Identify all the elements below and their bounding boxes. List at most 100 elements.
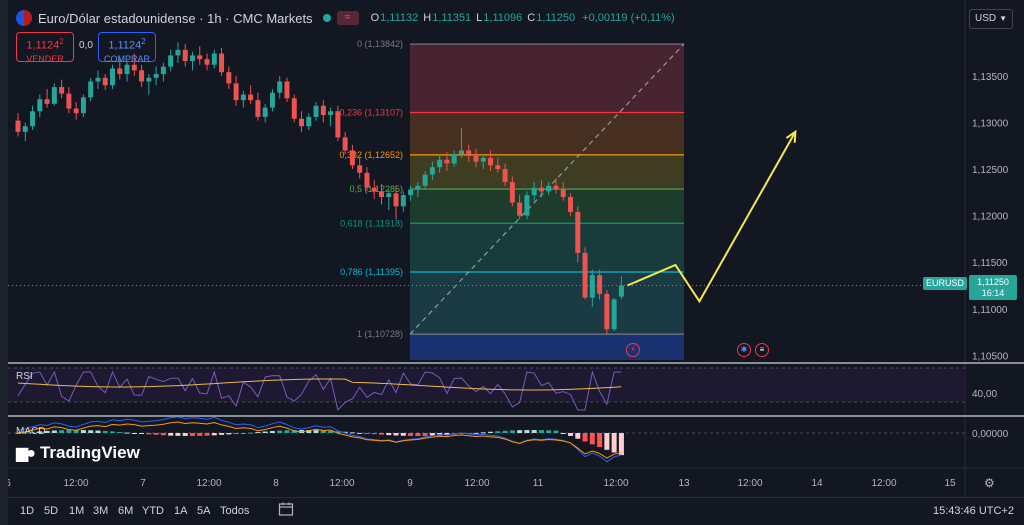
fib-zone bbox=[410, 189, 684, 224]
currency-selector[interactable]: USD ▼ bbox=[969, 9, 1013, 29]
macd-histogram-bar bbox=[546, 430, 552, 433]
macd-histogram-bar bbox=[204, 433, 210, 436]
fib-level-label: 1 (1,10728) bbox=[357, 329, 403, 339]
gear-icon[interactable]: ⚙ bbox=[984, 476, 995, 490]
candle-body bbox=[604, 293, 610, 330]
candle-body bbox=[80, 97, 86, 114]
macd-histogram-bar bbox=[66, 430, 72, 433]
macd-histogram-bar bbox=[160, 433, 166, 436]
candle-body bbox=[110, 68, 116, 86]
macd-histogram-bar bbox=[408, 433, 414, 436]
macd-histogram-bar bbox=[589, 433, 595, 445]
macd-histogram-bar bbox=[386, 433, 392, 436]
spread-value: 0,0 bbox=[79, 40, 93, 51]
calendar-goto-icon[interactable] bbox=[278, 501, 294, 517]
sell-button[interactable]: 1,11242 VENDER bbox=[16, 32, 74, 64]
clock[interactable]: 15:43:46 UTC+2 bbox=[933, 505, 1014, 517]
macd-histogram-bar bbox=[189, 433, 195, 436]
macd-histogram-bar bbox=[517, 430, 523, 433]
macd-histogram-bar bbox=[102, 430, 108, 433]
range-button[interactable]: 1A bbox=[174, 505, 187, 517]
buy-label: COMPRAR bbox=[103, 53, 150, 64]
candle-body bbox=[262, 107, 268, 117]
price-tick-label: 1,12500 bbox=[972, 165, 1009, 176]
macd-histogram-bar bbox=[88, 430, 94, 433]
eu-event-icon[interactable]: ✱ bbox=[737, 343, 751, 357]
range-button[interactable]: 5A bbox=[197, 505, 210, 517]
macd-histogram-bar bbox=[364, 433, 370, 434]
chevron-down-icon: ▼ bbox=[999, 14, 1007, 23]
tradingview-mark-icon: ▆● bbox=[16, 445, 36, 462]
candle-body bbox=[211, 53, 217, 65]
range-button[interactable]: 1D bbox=[20, 505, 34, 517]
macd-histogram-bar bbox=[488, 431, 494, 433]
candle-body bbox=[299, 118, 305, 127]
candle-body bbox=[517, 202, 523, 216]
macd-histogram-bar bbox=[502, 430, 508, 433]
macd-histogram-bar bbox=[110, 431, 116, 433]
macd-histogram-bar bbox=[211, 433, 217, 436]
candle-body bbox=[233, 83, 239, 101]
price-change: +0,00119 (+0,11%) bbox=[582, 12, 675, 24]
symbol-title[interactable]: Euro/Dólar estadounidense · 1h · CMC Mar… bbox=[38, 11, 313, 26]
fib-zone bbox=[410, 44, 684, 113]
fib-zone bbox=[410, 271, 684, 335]
buy-price: 1,1124 bbox=[108, 39, 142, 52]
candle-body bbox=[146, 77, 152, 82]
candle-body bbox=[429, 167, 435, 175]
macd-histogram-bar bbox=[269, 431, 275, 433]
range-button[interactable]: 1M bbox=[69, 505, 84, 517]
macd-histogram-bar bbox=[233, 433, 239, 434]
range-button[interactable]: Todos bbox=[220, 505, 249, 517]
macd-histogram-bar bbox=[219, 433, 225, 435]
tradingview-logo[interactable]: ▆● TradingView bbox=[16, 443, 140, 463]
ohlc-value: 1,11132 bbox=[380, 12, 419, 24]
time-tick-label: 12:00 bbox=[464, 478, 489, 489]
candle-body bbox=[139, 70, 145, 82]
lightning-event-icon[interactable]: ⚡ bbox=[626, 343, 640, 357]
time-tick-label: 12:00 bbox=[63, 478, 88, 489]
candle-body bbox=[473, 156, 479, 162]
bar-countdown: 16:14 bbox=[981, 288, 1005, 298]
price-tick-label: 1,11000 bbox=[972, 305, 1008, 316]
eu-us-flag-icon bbox=[16, 10, 32, 26]
candle-body bbox=[59, 87, 65, 94]
range-button[interactable]: 3M bbox=[93, 505, 108, 517]
candle-body bbox=[88, 81, 94, 98]
range-button[interactable]: YTD bbox=[142, 505, 164, 517]
candle-body bbox=[364, 172, 370, 188]
buy-button[interactable]: 1,11242 COMPRAR bbox=[98, 32, 156, 64]
candle-body bbox=[182, 49, 188, 62]
candle-body bbox=[44, 99, 50, 104]
candle-body bbox=[284, 81, 290, 99]
candle-body bbox=[204, 59, 210, 65]
macd-histogram-bar bbox=[618, 433, 624, 456]
fib-zone bbox=[410, 112, 684, 155]
candle-body bbox=[509, 182, 515, 203]
macd-histogram-bar bbox=[95, 430, 101, 433]
macd-histogram-bar bbox=[568, 433, 574, 436]
range-button[interactable]: 5D bbox=[44, 505, 58, 517]
macd-histogram-bar bbox=[604, 433, 610, 450]
left-frame bbox=[0, 0, 8, 525]
candle-body bbox=[30, 111, 36, 127]
chart-app: 1,13500 1,13000 1,12500 1,12000 1,11500 1,110… bbox=[0, 0, 1024, 525]
range-button[interactable]: 6M bbox=[118, 505, 133, 517]
candle-body bbox=[160, 66, 166, 75]
macd-histogram-bar bbox=[393, 433, 399, 436]
price-tick-label: 1,11500 bbox=[972, 258, 1008, 269]
bottom-toolbar: 1D 5D 1M 3M 6M YTD 1A 5A Todos 15:43:46 … bbox=[8, 497, 1024, 525]
candle-body bbox=[422, 174, 428, 186]
chart-canvas[interactable]: 1,13500 1,13000 1,12500 1,12000 1,11500 1,110… bbox=[0, 0, 1024, 525]
us-event-icon[interactable]: ≡ bbox=[755, 343, 769, 357]
approx-icon[interactable]: ≈ bbox=[336, 11, 359, 25]
price-tick-label: 1,13000 bbox=[972, 118, 1009, 129]
macd-label[interactable]: MACD bbox=[16, 426, 45, 437]
last-price: 1,11250 bbox=[977, 277, 1009, 287]
macd-histogram-bar bbox=[357, 432, 363, 434]
rsi-band bbox=[8, 368, 965, 402]
rsi-label[interactable]: RSI bbox=[16, 371, 33, 382]
candle-body bbox=[117, 68, 123, 75]
candle-body bbox=[189, 55, 195, 62]
fib-level-label: 0,786 (1,11395) bbox=[340, 267, 403, 277]
